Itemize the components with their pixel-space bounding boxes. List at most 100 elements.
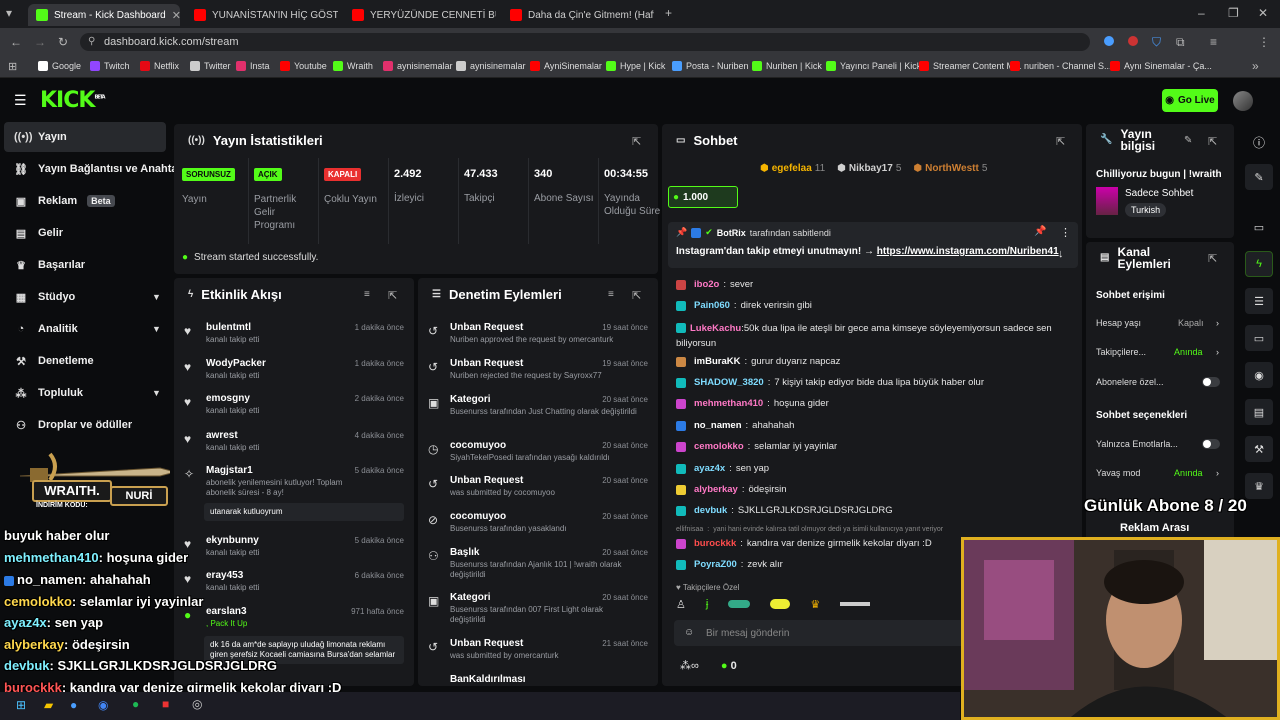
filter-icon[interactable]: ≡ (364, 289, 370, 300)
emote-icon[interactable] (728, 600, 751, 608)
gifter-item[interactable]: ⬢ NorthWestt 5 (913, 163, 987, 174)
sidebar-item-0[interactable]: ((•)) Yayın (4, 122, 166, 152)
tab-youtube-3[interactable]: Daha da Çin'e Gitmem! (Haftalı✕ (502, 4, 654, 26)
followers-row[interactable]: Takipçilere... Anında › (1096, 347, 1224, 357)
trophy-icon[interactable]: ♛ (1245, 473, 1273, 499)
bookmark-item[interactable]: Wraith (333, 61, 373, 71)
chat-message[interactable]: SHADOW_3820:7 kişiyi takip ediyor bide d… (676, 377, 984, 388)
moderation-item[interactable]: ◷ cocomuyoo SiyahTekelPosedi tarafından ya… (428, 440, 650, 463)
popout-icon[interactable]: ⇱ (632, 289, 641, 302)
edit-icon[interactable]: ✎ (1245, 164, 1273, 190)
bookmark-item[interactable]: aynisinemalar (456, 61, 526, 71)
tab-youtube-2[interactable]: YERYÜZÜNDE CENNETİ BULDU✕ (344, 4, 496, 26)
moderation-item[interactable]: ↺ Unban Request was submitted by omercantu… (428, 638, 650, 661)
moderation-item[interactable]: ▣ Kategori Busenurss tarafından 007 First … (428, 592, 650, 625)
community-icon[interactable]: ⁂∞ (680, 659, 699, 672)
chat-username[interactable]: ayaz4x (694, 463, 725, 474)
unpin-icon[interactable]: 📌 (1034, 226, 1046, 237)
emote-icon[interactable] (840, 602, 871, 606)
subscribers-row[interactable]: Abonelere özel... (1096, 377, 1224, 387)
chat-username[interactable]: ellifnisaa (676, 526, 703, 533)
chrome-icon[interactable]: ◉ (98, 698, 108, 712)
back-icon[interactable]: ← (10, 35, 22, 49)
chat-username[interactable]: imBuraKK (694, 356, 740, 367)
emote-icon[interactable]: ♛ (810, 598, 820, 611)
browser-icon[interactable]: ● (70, 698, 77, 712)
emote-only-row[interactable]: Yalnızca Emotlarla... (1096, 439, 1224, 449)
chat-message[interactable]: alyberkay: ödeşirsin (676, 484, 787, 495)
toggle-switch[interactable] (1202, 377, 1220, 387)
site-info-icon[interactable]: ⚲ (88, 36, 95, 47)
chat-username[interactable]: alyberkay (694, 484, 738, 495)
shield-icon[interactable]: ⛉ (1152, 35, 1161, 50)
gifter-item[interactable]: ⬢ Nikbay17 5 (837, 163, 901, 174)
bookmark-item[interactable]: Twitter (190, 61, 231, 71)
moderation-item[interactable]: ↺ Unban Request Nuriben rejected the reque… (428, 358, 650, 381)
server-icon[interactable]: ▤ (1245, 399, 1273, 425)
chevron-down-icon[interactable]: ▼ (152, 324, 161, 334)
minimize-icon[interactable]: – (1198, 6, 1205, 20)
close-window-icon[interactable]: ✕ (1258, 6, 1268, 20)
activity-item[interactable]: ✧ Magjstar1 abonelik yenilemesini kutluyor… (184, 465, 406, 521)
chat-message[interactable]: cemolokko: selamlar iyi yayinlar (676, 441, 837, 452)
media-icon[interactable]: ≡ (1210, 35, 1217, 49)
toggle-switch[interactable] (1202, 439, 1220, 449)
moderation-item[interactable]: ↺ Unban Request Nuriben approved the reque… (428, 322, 650, 345)
moderation-item[interactable]: ⚇ Başlık Busenurss tarafından Ajanlık 101 … (428, 547, 650, 580)
sidebar-item-4[interactable]: ♛ Başarılar (4, 250, 166, 280)
sidebar-item-6[interactable]: ◔ Analitik ▼ (4, 314, 166, 344)
chat-input[interactable]: ☺ Bir mesaj gönderin (674, 620, 970, 646)
chevron-down-icon[interactable]: ▼ (152, 292, 161, 302)
more-icon[interactable]: ⋮ (1060, 226, 1071, 239)
wrench-icon[interactable]: ⚒ (1245, 436, 1273, 462)
filter-icon[interactable]: ≡ (608, 289, 614, 300)
chat-message[interactable]: burockkk: kandıra var denize girmelik kek… (676, 538, 932, 549)
bookmark-item[interactable]: Aynı Sinemalar - Ça... (1110, 61, 1212, 71)
broadcast-icon[interactable]: ◉ (1245, 362, 1273, 388)
chat-username[interactable]: no_namen (694, 420, 742, 431)
sidebar-item-7[interactable]: ⚒ Denetleme (4, 346, 166, 376)
avatar[interactable] (1233, 91, 1253, 111)
account-age-row[interactable]: Hesap yaşı Kapalı › (1096, 318, 1224, 328)
bolt-icon[interactable]: ϟ (1245, 251, 1273, 277)
chat-message[interactable]: ayaz4x: sen yap (676, 463, 769, 474)
sidebar-item-8[interactable]: ⁂ Topluluk ▼ (4, 378, 166, 408)
chat-username[interactable]: ibo2o (694, 279, 719, 290)
chat-message[interactable]: no_namen: ahahahah (676, 420, 794, 431)
list-icon[interactable]: ☰ (1245, 288, 1273, 314)
chat-username[interactable]: devbuk (694, 505, 727, 516)
activity-item[interactable]: ♥ WodyPacker kanalı takip etti 1 dakika önc… (184, 358, 406, 381)
bookmark-item[interactable]: aynisinemalar (383, 61, 453, 71)
bookmark-item[interactable]: Twitch (90, 61, 130, 71)
go-live-button[interactable]: ◉ Go Live (1162, 89, 1218, 112)
moderation-item[interactable]: ↺ Unban Request was submitted by cocomuyoo… (428, 475, 650, 498)
popout-icon[interactable]: ⇱ (388, 289, 397, 302)
moderation-item[interactable]: ▣ Kategori Busenurss tarafından Just Chatt… (428, 394, 650, 417)
chevron-down-icon[interactable]: ▼ (152, 388, 161, 398)
activity-item[interactable]: ♥ bulentmtl kanalı takip etti 1 dakika önce (184, 322, 406, 345)
new-tab-icon[interactable]: + (665, 6, 672, 20)
slow-mode-row[interactable]: Yavaş mod Anında › (1096, 468, 1224, 478)
chat-message[interactable]: mehmethan410: hoşuna gider (676, 398, 829, 409)
chat-username[interactable]: burockkk (694, 538, 736, 549)
extension-icon[interactable] (1104, 36, 1114, 46)
sidebar-item-9[interactable]: ⚇ Droplar ve ödüller (4, 410, 166, 440)
windows-icon[interactable]: ⊞ (16, 698, 26, 712)
menu-icon[interactable]: ⋮ (1258, 35, 1270, 49)
bookmark-item[interactable]: Youtube (280, 61, 327, 71)
puzzle-icon[interactable]: ⧉ (1176, 35, 1185, 50)
chat-username[interactable]: cemolokko (694, 441, 744, 452)
chat-username[interactable]: LukeKachu (690, 323, 741, 334)
bookmark-item[interactable]: Insta (236, 61, 270, 71)
chat-icon[interactable]: ▭ (1245, 325, 1273, 351)
extension-icon[interactable] (1128, 36, 1138, 46)
bookmark-item[interactable]: Streamer Content M... (919, 61, 1022, 71)
maximize-icon[interactable]: ❐ (1228, 6, 1239, 20)
bookmark-item[interactable]: Yayıncı Paneli | Kick (826, 61, 921, 71)
obs-icon[interactable]: ◎ (192, 697, 202, 711)
sidebar-item-1[interactable]: ⛓ Yayın Bağlantısı ve Anahtar (4, 154, 182, 184)
chat-message[interactable]: ibo2o: sever (676, 279, 753, 290)
sidebar-item-5[interactable]: ▦ Stüdyo ▼ (4, 282, 166, 312)
app-icon[interactable]: ■ (162, 697, 169, 711)
activity-item[interactable]: ● earslan3, Pack It Up 971 hafta önce dk 16… (184, 606, 406, 664)
